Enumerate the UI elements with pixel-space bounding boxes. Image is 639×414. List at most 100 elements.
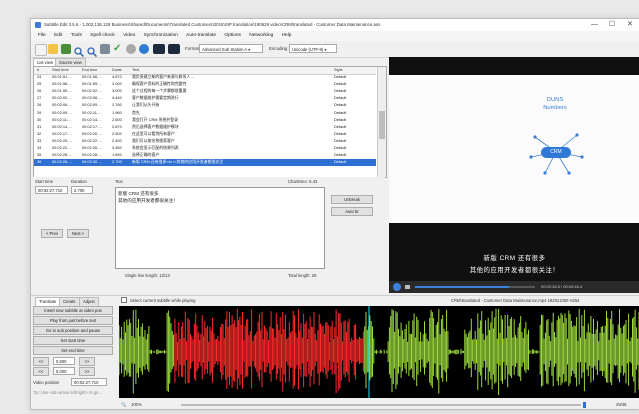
tab-translate[interactable]: Translate (35, 297, 61, 306)
menu-auto-translate[interactable]: Auto-translate (186, 33, 216, 38)
table-row[interactable]: 35 00:02:26.… 00:02:28.… 1.890 选择正确的客户 Defaul… (34, 152, 376, 159)
cell-end-time: 00:01:59.… (82, 81, 103, 87)
table-row[interactable]: 28 00:02:06.… 00:02:09.… 2.760 让我们从头开始 Defaul… (34, 102, 376, 109)
cell-text: 系统会显示匹配的结果列表 (132, 145, 179, 150)
menu-options[interactable]: Options (224, 33, 241, 38)
layout-icon[interactable] (153, 44, 165, 54)
grid-scrollbar[interactable] (377, 67, 386, 177)
table-row[interactable]: 34 00:02:22.… 00:02:26.… 3.450 系统会显示匹配的结果列表 D… (34, 145, 376, 152)
prev-button[interactable]: < Prev (41, 229, 63, 238)
zoom-icon[interactable]: 🔍 (121, 400, 126, 409)
table-row[interactable]: 29 00:02:09.… 00:02:11.… 1.960 首先 Default (34, 110, 376, 117)
audio-waveform[interactable] (119, 306, 639, 398)
step-forward-button-2[interactable]: >> (79, 367, 95, 376)
duration-input[interactable]: 2.700 (71, 186, 93, 194)
maximize-button[interactable]: ☐ (609, 19, 615, 31)
menu-spell-check[interactable]: Spell check (90, 33, 115, 38)
window-title: Subtitle Edit 3.5.6 - 1.002.136.128 Busi… (44, 22, 381, 27)
start-time-input[interactable]: 00:02:27.710 (35, 186, 68, 194)
zoom-value[interactable]: 100% (131, 400, 142, 409)
cell-start-time: 00:01:56.… (52, 81, 73, 87)
cell-end-time: 00:02:09.… (82, 102, 103, 108)
table-row[interactable]: 25 00:01:56.… 00:01:59.… 3.000 确保客户资料的正确性和完整… (34, 81, 376, 88)
menu-tools[interactable]: Tools (71, 33, 82, 38)
cell-end-time: 00:02:02.… (82, 88, 103, 94)
settings-icon[interactable] (126, 44, 136, 54)
status-bar: 🔍 100% 29/48 (31, 400, 639, 409)
subtitle-text-area[interactable]: 新版 CRM 还有很多 其他的应用开发者都很关注！ (115, 187, 325, 269)
select-current-checkbox[interactable] (121, 297, 127, 303)
video-player[interactable]: DUNS Numbers CRM 新版 CRM 还有很多 其他的应用开发者都很关… (389, 57, 639, 293)
table-row[interactable]: 27 00:02:02.… 00:02:06.… 4.440 客户数据维护需要定期进行 D… (34, 95, 376, 102)
menu-file[interactable]: File (38, 33, 46, 38)
save-icon[interactable] (61, 44, 71, 54)
play-icon[interactable] (393, 283, 401, 291)
col-number[interactable]: # (37, 67, 39, 74)
step-input-2[interactable]: 5.000 (53, 367, 75, 375)
table-row[interactable]: 24 00:01:51.… 00:01:56.… 4.870 我负责建立新的客户来源与联… (34, 74, 376, 81)
help-icon[interactable] (139, 44, 149, 54)
open-folder-icon[interactable] (48, 44, 58, 54)
cell-number: 34 (37, 145, 42, 150)
step-forward-button-1[interactable]: >> (79, 357, 95, 366)
new-file-icon[interactable] (35, 44, 47, 56)
grid-scroll-thumb[interactable] (379, 111, 385, 139)
tab-adjust[interactable]: Adjust (79, 297, 99, 306)
tab-create[interactable]: Create (59, 297, 80, 306)
step-back-button-2[interactable]: << (33, 367, 49, 376)
table-row[interactable]: 26 00:01:59.… 00:02:02.… 3.000 这个过程的每一个步骤都很重… (34, 88, 376, 95)
cell-style: Default (334, 102, 347, 108)
minimize-button[interactable]: — (591, 19, 598, 31)
set-start-time-button[interactable]: Set start time (33, 336, 113, 345)
step-back-button-1[interactable]: << (33, 357, 49, 366)
table-row[interactable]: 32 00:02:17.… 00:02:20.… 2.500 在这里可以看到所有客户 De… (34, 131, 376, 138)
text-line-2: 其他的应用开发者都很关注！ (118, 198, 178, 203)
table-row[interactable]: 36 00:02:28.… 00:02:30.… 2.700 新版 CRM 还有很多<b… (34, 159, 376, 166)
cell-text: 我们可以按名称搜索客户 (132, 137, 175, 143)
close-button[interactable]: ✕ (627, 19, 633, 31)
start-time-label: Start time (35, 179, 53, 184)
play-before-text-button[interactable]: Play from just before text (33, 316, 113, 325)
waveform-scrollbar[interactable] (181, 402, 586, 408)
set-end-time-button[interactable]: Set end time (33, 346, 113, 355)
col-text[interactable]: Text (132, 67, 139, 74)
replace-icon[interactable] (87, 44, 98, 58)
col-start-time[interactable]: Start time (52, 67, 69, 74)
visual-sync-icon[interactable] (100, 44, 110, 54)
table-row[interactable]: 30 00:02:11.… 00:02:14.… 2.600 我会打开 CRM 系统并登… (34, 117, 376, 124)
menu-networking[interactable]: Networking (249, 33, 273, 38)
waveform-scroll-thumb[interactable] (583, 402, 586, 408)
cell-style: Default (334, 81, 347, 87)
cell-text: 然后选择客户数据维护模块 (132, 123, 179, 129)
video-seek-bar[interactable] (415, 286, 535, 288)
stop-icon[interactable] (405, 285, 410, 289)
step-input-1[interactable]: 0.500 (53, 357, 75, 365)
video-position-input[interactable]: 00:02:27.710 (71, 378, 107, 386)
encoding-select[interactable]: Unicode (UTF-8) ▾ (289, 44, 337, 53)
cell-number: 24 (37, 74, 42, 79)
table-row[interactable]: 31 00:02:14.… 00:02:17.… 2.870 然后选择客户数据维护模块 D… (34, 124, 376, 131)
auto-br-button[interactable]: Auto br (331, 207, 373, 216)
col-end-time[interactable]: End time (82, 67, 97, 74)
cell-text: 新版 CRM 还有很多<br />其他的应用开发者都很关注 (132, 159, 224, 165)
col-duration[interactable]: Durat. (112, 67, 123, 74)
menu-video[interactable]: Video (123, 33, 135, 38)
col-style[interactable]: Style (334, 67, 343, 74)
table-row[interactable]: 33 00:02:20.… 00:02:22.… 2.400 我们可以按名称搜索客户 De… (34, 138, 376, 145)
video-controls: 00:02:28.5 / 00:03:46.4 (389, 281, 639, 293)
menu-edit[interactable]: Edit (54, 33, 62, 38)
spell-check-icon[interactable]: ✓ (113, 44, 123, 54)
menu-synchronization[interactable]: Synchronization (144, 33, 178, 38)
insert-subtitle-button[interactable]: Insert new subtitle at video pos (33, 306, 113, 315)
cell-number: 31 (37, 123, 42, 129)
goto-sub-button[interactable]: Go to sub position and pause (33, 326, 113, 335)
cell-style: Default (334, 116, 347, 122)
menu-help[interactable]: Help (282, 33, 292, 38)
format-select[interactable]: Advanced Sub Station A ▾ (199, 44, 263, 53)
unbreak-button[interactable]: Unbreak (331, 195, 373, 204)
video-icon[interactable] (168, 44, 180, 54)
next-button[interactable]: Next > (67, 229, 89, 238)
cell-style: Default (334, 130, 347, 136)
find-icon[interactable] (74, 44, 85, 58)
cell-number: 36 (37, 159, 42, 165)
